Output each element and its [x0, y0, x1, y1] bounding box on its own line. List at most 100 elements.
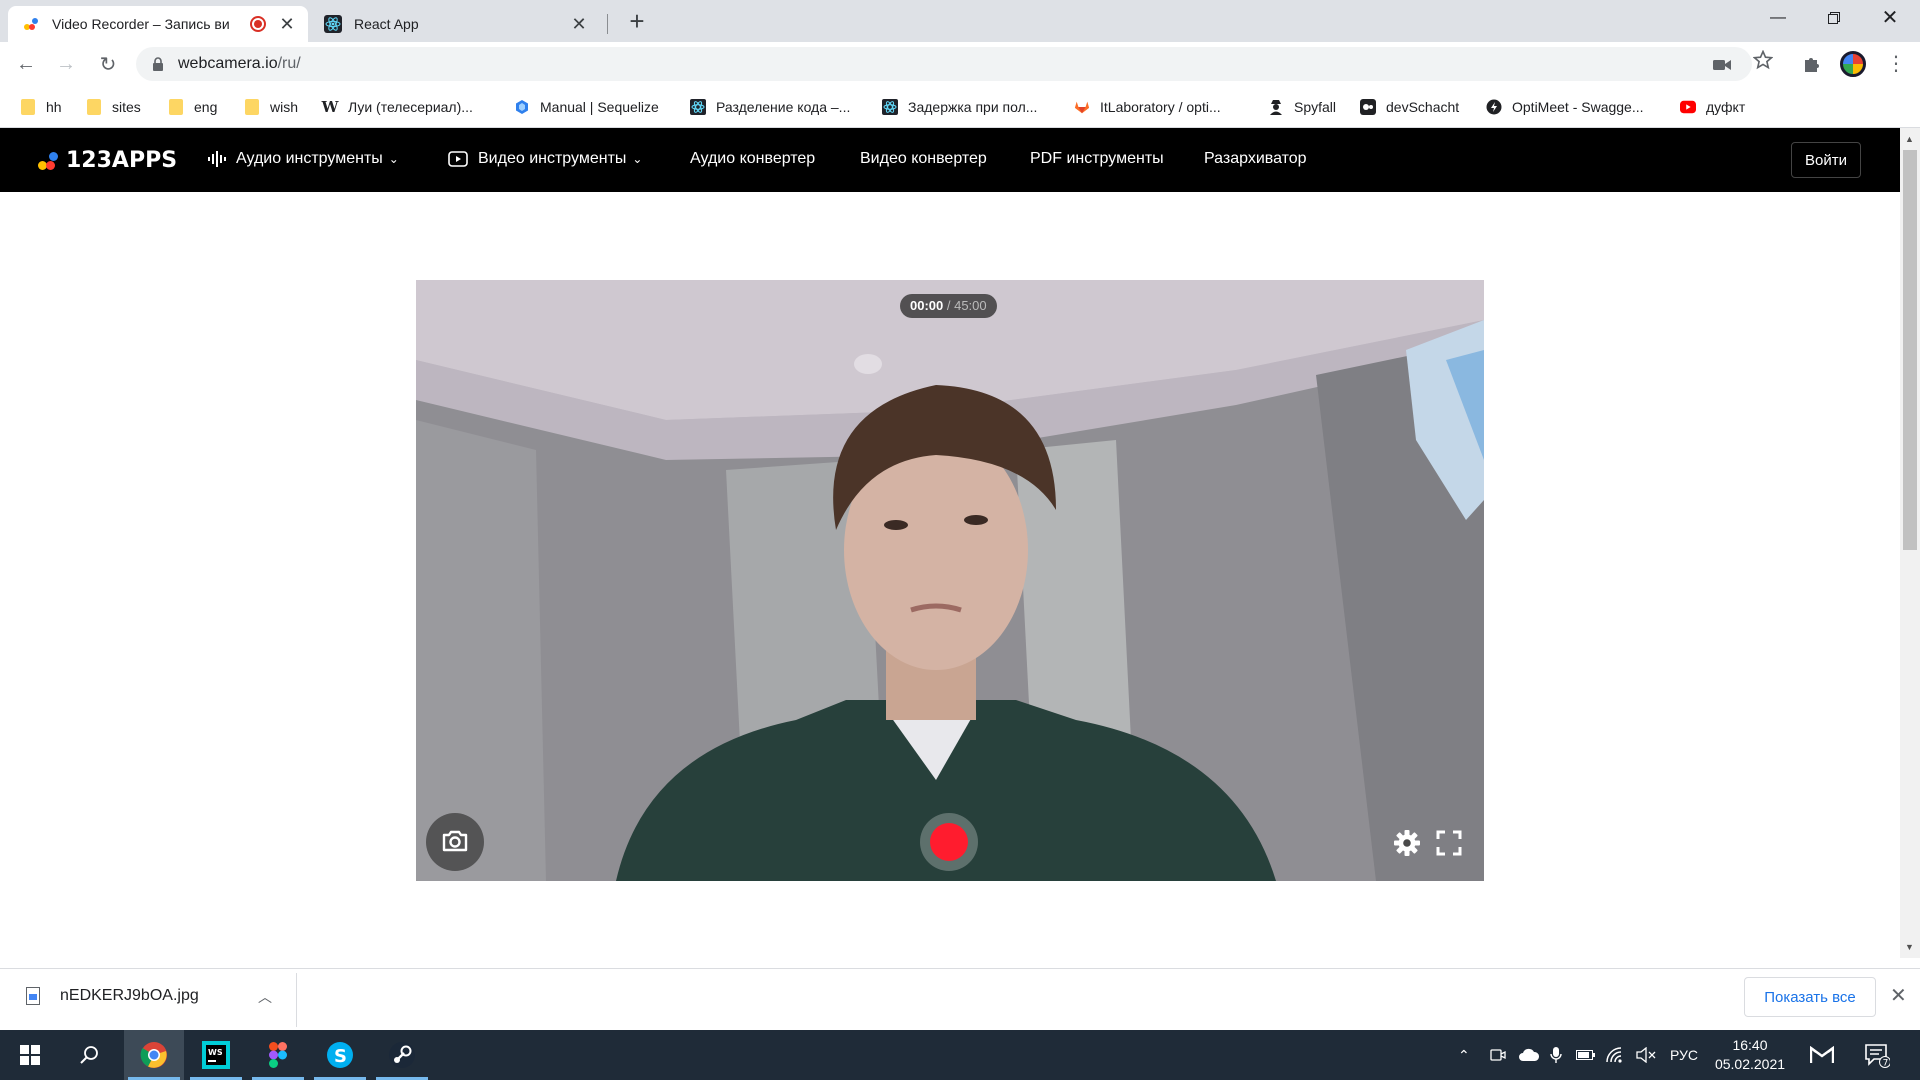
nav-video-tools[interactable]: Видео инструменты ⌄ [448, 150, 642, 168]
webstorm-icon[interactable]: WS [186, 1030, 246, 1080]
bookmark-label: devSchacht [1386, 99, 1460, 115]
youtube-icon [1680, 99, 1696, 115]
bookmark-label: Луи (телесериал)... [348, 99, 473, 115]
bookmarks-bar: hh sites eng wish W Луи (телесериал)... M… [0, 86, 1920, 128]
123apps-favicon-icon [22, 15, 40, 33]
snapshot-button[interactable] [426, 813, 484, 871]
extensions-puzzle-icon[interactable] [1800, 52, 1824, 76]
webcam-feed-image [416, 280, 1484, 881]
chrome-menu-icon[interactable]: ⋮ [1886, 50, 1906, 78]
scroll-up-icon[interactable]: ▲ [1905, 134, 1914, 144]
show-hidden-icons[interactable]: ⌃ [1458, 1030, 1470, 1080]
scrollbar-thumb[interactable] [1903, 150, 1917, 550]
language-indicator[interactable]: РУС [1670, 1030, 1698, 1080]
react-icon [690, 99, 706, 115]
bookmark-spyfall[interactable]: Spyfall [1268, 95, 1336, 119]
profile-avatar[interactable] [1840, 51, 1866, 77]
microphone-icon[interactable] [1550, 1030, 1562, 1080]
show-all-downloads-button[interactable]: Показать все [1744, 977, 1876, 1017]
bookmark-star-icon[interactable] [1753, 50, 1773, 70]
bookmark-hh[interactable]: hh [20, 95, 62, 119]
wifi-icon[interactable] [1606, 1030, 1626, 1080]
notifications-icon[interactable]: 7 [1864, 1042, 1891, 1071]
recording-timer: 00:00 / 45:00 [900, 294, 997, 318]
back-icon[interactable]: ← [12, 50, 40, 78]
nav-unarchiver[interactable]: Разархиватор [1204, 150, 1307, 168]
minimize-icon[interactable]: — [1750, 0, 1806, 36]
battery-icon[interactable] [1576, 1030, 1596, 1080]
windows-taskbar: WS S ⌃ РУС 16:40 05.02.2021 7 [0, 1030, 1920, 1080]
folder-icon [244, 99, 260, 115]
bookmark-sequelize[interactable]: Manual | Sequelize [514, 95, 659, 119]
bookmark-label: wish [270, 99, 299, 115]
figma-icon[interactable] [248, 1030, 308, 1080]
reload-icon[interactable]: ↻ [94, 50, 122, 78]
onedrive-cloud-icon[interactable] [1518, 1030, 1540, 1080]
close-downloads-icon[interactable]: ✕ [1890, 983, 1907, 1008]
devschacht-icon [1360, 99, 1376, 115]
tab-title: Video Recorder – Запись ви [52, 16, 230, 32]
new-tab-icon[interactable]: + [623, 8, 651, 34]
site-logo[interactable]: 123APPS [38, 148, 177, 173]
clock-date: 05.02.2021 [1714, 1056, 1786, 1072]
downloads-shelf: nEDKERJ9bOA.jpg ︿ Показать все ✕ [0, 968, 1920, 1030]
recording-indicator-icon [250, 16, 266, 32]
notification-count: 7 [1883, 1058, 1889, 1068]
logo-dots-icon [38, 150, 60, 172]
bookmark-wish[interactable]: wish [244, 95, 298, 119]
restore-icon[interactable] [1806, 0, 1862, 36]
close-window-icon[interactable]: ✕ [1862, 0, 1918, 36]
windows-start-icon[interactable] [0, 1030, 60, 1080]
tab-react-app[interactable]: React App ✕ [310, 6, 600, 42]
forward-icon[interactable]: → [52, 50, 80, 78]
bookmark-label: дуфкт [1706, 99, 1746, 115]
url-path: /ru/ [277, 55, 301, 72]
chrome-icon[interactable] [124, 1030, 184, 1080]
skype-icon[interactable]: S [310, 1030, 370, 1080]
volume-muted-icon[interactable] [1636, 1030, 1656, 1080]
bookmark-label: Manual | Sequelize [540, 99, 659, 115]
system-clock[interactable]: 16:40 05.02.2021 [1704, 1036, 1796, 1074]
chevron-up-icon[interactable]: ︿ [258, 987, 272, 1007]
camera-in-use-icon[interactable] [1712, 55, 1732, 75]
fullscreen-button[interactable] [1434, 829, 1464, 859]
url-host: webcamera.io [178, 55, 278, 72]
nav-pdf-tools[interactable]: PDF инструменты [1030, 150, 1164, 168]
page-scrollbar[interactable]: ▲ ▼ [1900, 128, 1920, 958]
address-bar[interactable]: webcamera.io/ru/ [136, 47, 1752, 81]
bookmark-itlaboratory[interactable]: ItLaboratory / opti... [1074, 95, 1221, 119]
gmail-icon[interactable] [1810, 1030, 1834, 1080]
bookmark-optimeet[interactable]: OptiMeet - Swagge... [1486, 95, 1644, 119]
svg-text:S: S [334, 1046, 347, 1067]
close-tab-icon[interactable]: ✕ [278, 14, 296, 35]
meet-now-icon[interactable] [1490, 1030, 1506, 1080]
bookmark-lui[interactable]: W Луи (телесериал)... [322, 95, 473, 119]
nav-video-converter[interactable]: Видео конвертер [860, 150, 987, 168]
timer-elapsed: 00:00 [910, 298, 944, 313]
nav-audio-converter[interactable]: Аудио конвертер [690, 150, 815, 168]
nav-label: Разархиватор [1204, 150, 1307, 167]
react-icon [882, 99, 898, 115]
nav-audio-tools[interactable]: Аудио инструменты ⌄ [208, 150, 399, 168]
scroll-down-icon[interactable]: ▼ [1905, 942, 1914, 952]
bookmark-devschacht[interactable]: devSchacht [1360, 95, 1459, 119]
record-button[interactable] [920, 813, 978, 871]
bookmark-delay[interactable]: Задержка при пол... [882, 95, 1037, 119]
search-icon[interactable] [60, 1030, 120, 1080]
divider [296, 973, 297, 1027]
gitlab-icon [1074, 99, 1090, 115]
download-filename: nEDKERJ9bOA.jpg [60, 987, 199, 1004]
bookmark-eng[interactable]: eng [168, 95, 217, 119]
close-tab-icon[interactable]: ✕ [570, 14, 588, 35]
bookmark-code-splitting[interactable]: Разделение кода –... [690, 95, 850, 119]
video-play-icon [448, 151, 468, 167]
bookmark-dufkt[interactable]: дуфкт [1680, 95, 1745, 119]
chevron-down-icon: ⌄ [388, 152, 399, 166]
site-header: 123APPS Аудио инструменты ⌄ Видео инстру… [0, 128, 1900, 192]
download-item[interactable]: nEDKERJ9bOA.jpg [26, 987, 199, 1005]
tab-video-recorder[interactable]: Video Recorder – Запись ви ✕ [8, 6, 308, 42]
settings-button[interactable] [1392, 829, 1422, 859]
bookmark-sites[interactable]: sites [86, 95, 141, 119]
steam-icon[interactable] [372, 1030, 432, 1080]
login-button[interactable]: Войти [1791, 142, 1861, 178]
